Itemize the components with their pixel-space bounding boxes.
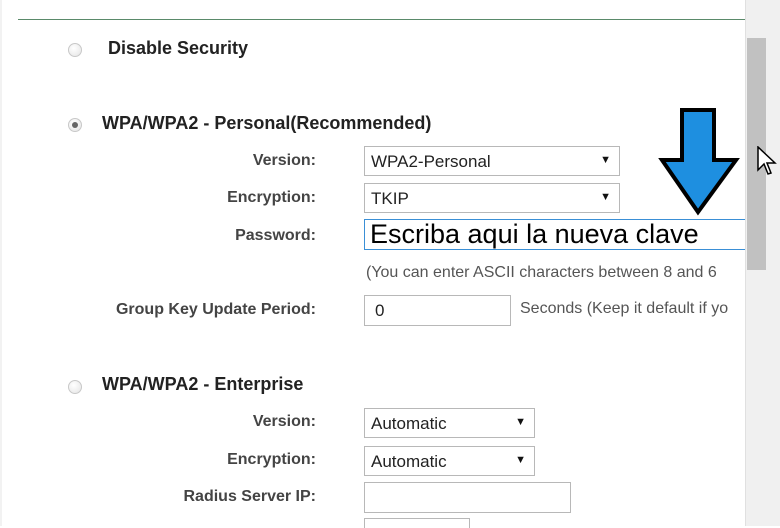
chevron-down-icon: ▼ xyxy=(515,416,526,428)
personal-version-value: WPA2-Personal xyxy=(371,152,491,171)
password-input[interactable]: Escriba aqui la nueva clave xyxy=(364,219,748,250)
radius-ip-input[interactable] xyxy=(364,482,571,513)
enterprise-encryption-select[interactable]: Automatic ▼ xyxy=(364,446,535,476)
personal-encryption-label: Encryption: xyxy=(227,189,316,206)
mouse-pointer-icon xyxy=(757,146,777,175)
personal-version-select[interactable]: WPA2-Personal ▼ xyxy=(364,146,620,176)
group-key-value: 0 xyxy=(375,301,385,320)
wpa-enterprise-radio[interactable] xyxy=(68,380,82,394)
password-hint: (You can enter ASCII characters between … xyxy=(366,264,717,281)
chevron-down-icon: ▼ xyxy=(600,154,611,166)
enterprise-version-select[interactable]: Automatic ▼ xyxy=(364,408,535,438)
page-edge xyxy=(0,0,2,526)
disable-security-radio[interactable] xyxy=(68,43,82,57)
chevron-down-icon: ▼ xyxy=(600,191,611,203)
disable-security-label: Disable Security xyxy=(108,38,249,58)
group-key-input[interactable]: 0 xyxy=(364,295,511,326)
enterprise-version-label: Version: xyxy=(252,413,316,430)
personal-encryption-value: TKIP xyxy=(371,189,409,208)
wpa-personal-label: WPA/WPA2 - Personal(Recommended) xyxy=(102,113,432,133)
enterprise-encryption-value: Automatic xyxy=(371,452,447,471)
radius-ip-label: Radius Server IP: xyxy=(183,488,317,505)
wpa-enterprise-label: WPA/WPA2 - Enterprise xyxy=(102,374,304,394)
password-label: Password: xyxy=(235,227,316,244)
group-key-hint: Seconds (Keep it default if yo xyxy=(520,300,729,317)
chevron-down-icon: ▼ xyxy=(515,454,526,466)
enterprise-version-value: Automatic xyxy=(371,414,447,433)
section-divider xyxy=(18,19,745,20)
next-row-input[interactable] xyxy=(364,518,470,528)
arrow-down-icon xyxy=(658,108,740,216)
personal-version-label: Version: xyxy=(252,152,316,169)
password-value: Escriba aqui la nueva clave xyxy=(370,219,699,249)
group-key-label: Group Key Update Period: xyxy=(115,301,316,318)
enterprise-encryption-label: Encryption: xyxy=(227,451,316,468)
wpa-personal-radio[interactable] xyxy=(68,118,82,132)
personal-encryption-select[interactable]: TKIP ▼ xyxy=(364,183,620,213)
